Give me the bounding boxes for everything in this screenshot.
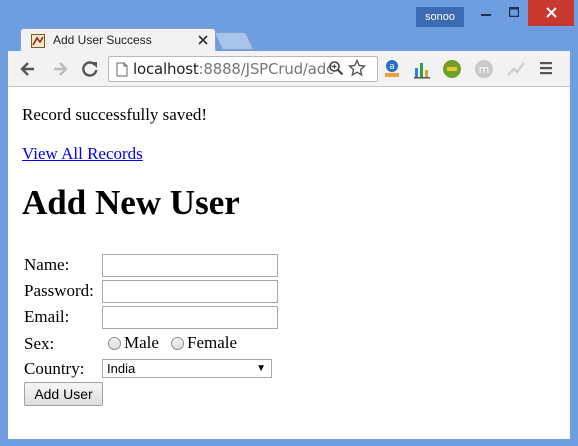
new-tab-button[interactable] [213,32,255,50]
favicon-icon [31,34,45,48]
menu-icon[interactable] [538,60,554,76]
close-window-button[interactable] [528,0,574,26]
toolbar: localhost:8888/JSPCrud/adc a m [8,51,570,87]
country-label: Country: [24,359,85,378]
sex-label: Sex: [24,334,55,353]
maximize-button[interactable] [500,0,528,26]
tab-close-icon[interactable] [198,35,208,45]
minimize-icon [481,14,491,16]
forward-icon[interactable] [50,59,70,79]
green-extension-icon[interactable] [442,59,462,79]
tab-add-user-success[interactable]: Add User Success [20,28,216,52]
success-message: Record successfully saved! [22,105,208,124]
page-heading: Add New User [22,183,240,222]
add-user-button[interactable]: Add User [24,382,103,406]
country-select[interactable]: India ▼ [102,359,272,378]
tab-title: Add User Success [53,33,152,47]
back-icon[interactable] [18,59,38,79]
profile-badge[interactable]: sonoo [416,7,464,27]
password-input[interactable] [102,280,278,303]
reload-icon[interactable] [80,59,100,79]
name-label: Name: [24,255,70,274]
page-content: Record successfully saved! View All Reco… [8,87,570,439]
close-icon [545,7,557,18]
password-label: Password: [24,281,94,300]
zoom-icon[interactable] [328,60,344,76]
female-radio[interactable] [171,337,184,350]
view-all-records-link[interactable]: View All Records [22,144,143,164]
email-label: Email: [24,307,70,326]
minimize-button[interactable] [472,0,500,26]
pulse-extension-icon[interactable] [506,59,526,79]
dropdown-arrow-icon: ▼ [256,363,266,374]
browser-window: sonoo Add User Success localhost:8888/JS… [0,0,578,446]
amazon-extension-icon[interactable]: a [382,59,402,79]
m-extension-icon[interactable]: m [474,59,494,79]
url-text: localhost:8888/JSPCrud/adc [133,60,335,78]
svg-text:m: m [479,63,490,76]
country-selected-value: India [107,361,136,376]
star-icon[interactable] [348,59,366,77]
male-radio[interactable] [108,337,121,350]
svg-text:a: a [389,62,395,72]
page-icon [116,62,128,77]
title-bar: sonoo [0,0,578,30]
chart-extension-icon[interactable] [412,59,432,79]
maximize-icon [509,7,519,17]
male-label: Male [124,333,159,352]
female-label: Female [187,333,238,352]
email-input[interactable] [102,306,278,329]
name-input[interactable] [102,254,278,277]
